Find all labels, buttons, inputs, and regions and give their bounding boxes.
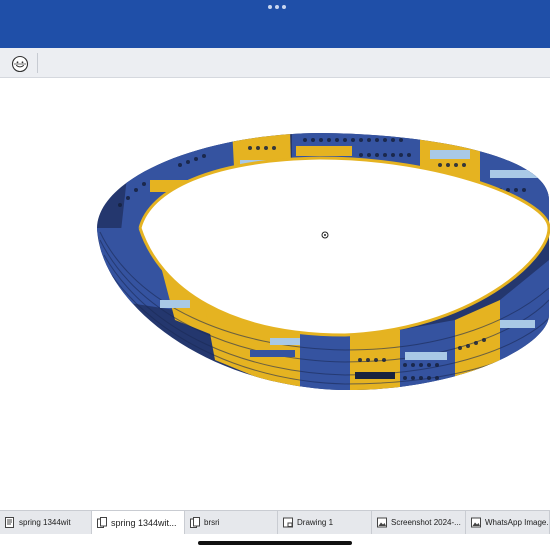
toolbar-divider: [37, 53, 38, 73]
tab-label: spring 1344wit: [19, 518, 71, 527]
tab-document-2[interactable]: spring 1344wit...: [92, 511, 185, 534]
assembly-document-icon: [97, 517, 107, 528]
model-viewport[interactable]: [0, 79, 550, 510]
tab-document-5[interactable]: Screenshot 2024-...: [372, 511, 466, 534]
document-tabs: spring 1344wit spring 1344wit... brsri D…: [0, 510, 550, 534]
tab-document-1[interactable]: spring 1344wit: [0, 511, 92, 534]
origin-marker-icon: [321, 231, 329, 239]
ellipsis-icon[interactable]: [268, 5, 286, 9]
toolbar: [0, 48, 550, 78]
drawing-document-icon: [283, 517, 293, 528]
tab-label: Screenshot 2024-...: [391, 518, 461, 527]
ring-model[interactable]: [0, 79, 550, 510]
image-document-icon: [471, 517, 481, 528]
tab-label: WhatsApp Image...: [485, 518, 550, 527]
app-title-bar: [0, 0, 550, 48]
home-indicator[interactable]: [198, 541, 352, 545]
tab-label: spring 1344wit...: [111, 517, 177, 528]
assembly-document-icon: [190, 517, 200, 528]
image-document-icon: [377, 517, 387, 528]
tab-label: Drawing 1: [297, 518, 334, 527]
tab-document-6[interactable]: WhatsApp Image...: [466, 511, 550, 534]
tab-document-4[interactable]: Drawing 1: [278, 511, 372, 534]
tab-document-3[interactable]: brsri: [185, 511, 278, 534]
part-document-icon: [5, 517, 14, 528]
smiley-face-icon[interactable]: [11, 55, 29, 73]
tab-label: brsri: [204, 518, 220, 527]
